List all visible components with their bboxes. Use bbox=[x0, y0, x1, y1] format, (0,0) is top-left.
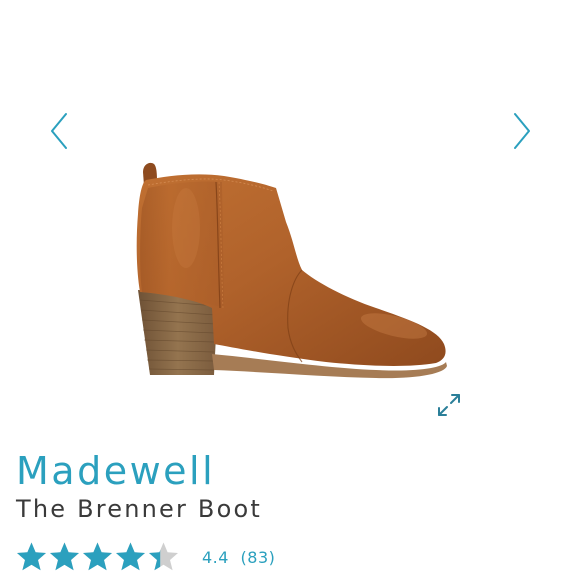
star-rating bbox=[15, 541, 180, 574]
expand-icon bbox=[438, 394, 460, 416]
previous-image-button[interactable] bbox=[44, 108, 74, 154]
star-icon bbox=[83, 542, 112, 570]
review-count: (83) bbox=[240, 547, 276, 567]
expand-image-button[interactable] bbox=[434, 390, 464, 420]
next-image-button[interactable] bbox=[507, 108, 537, 154]
rating-value: 4.4 bbox=[202, 547, 229, 567]
star-icon bbox=[17, 542, 46, 570]
star-icon bbox=[116, 542, 145, 570]
brand-name[interactable]: Madewell bbox=[16, 447, 215, 495]
product-page: Madewell The Brenner Boot 4.4 (83) bbox=[0, 0, 580, 580]
star-icon bbox=[50, 542, 79, 570]
product-image[interactable] bbox=[126, 158, 452, 384]
rating-summary[interactable]: 4.4 (83) bbox=[15, 539, 275, 575]
product-title: The Brenner Boot bbox=[16, 495, 262, 523]
rating-text: 4.4 (83) bbox=[202, 548, 275, 567]
chevron-left-icon bbox=[51, 113, 67, 149]
star-icon bbox=[149, 542, 178, 570]
chevron-right-icon bbox=[514, 113, 530, 149]
